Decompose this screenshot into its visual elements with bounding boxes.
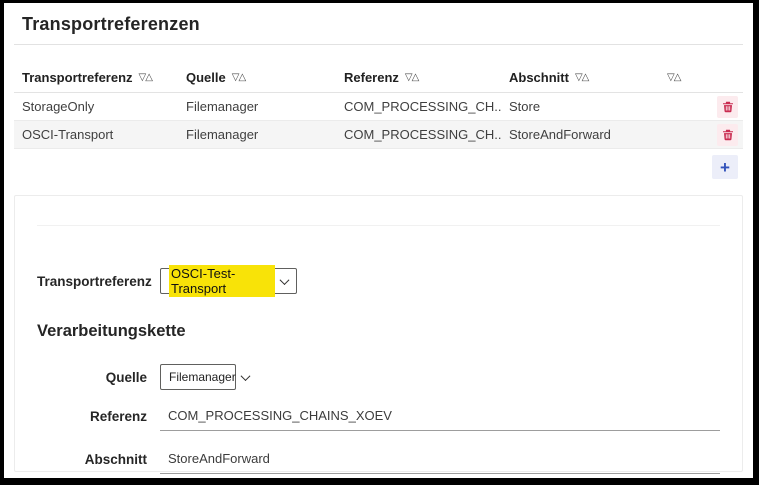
- referenz-field-row: Referenz: [37, 405, 720, 431]
- column-header-label: Quelle: [186, 70, 226, 85]
- cell-quelle: Filemanager: [186, 99, 259, 114]
- page-title: Transportreferenzen: [22, 14, 200, 34]
- plus-icon: +: [720, 157, 730, 177]
- column-header-label: Referenz: [344, 70, 399, 85]
- abschnitt-field-row: Abschnitt: [37, 448, 720, 474]
- transportreferenz-label: Transportreferenz: [37, 273, 152, 289]
- cell-transportreferenz: StorageOnly: [22, 99, 95, 114]
- column-header-transportreferenz[interactable]: Transportreferenz ▽△: [14, 70, 178, 85]
- sort-icon: ▽△: [404, 72, 419, 83]
- column-header-label: Abschnitt: [509, 70, 569, 85]
- detail-form-card: Transportreferenz OSCI-Test-Transport Ve…: [14, 195, 743, 474]
- transportreferenz-field-row: Transportreferenz OSCI-Test-Transport: [37, 265, 720, 297]
- abschnitt-input[interactable]: [160, 448, 720, 474]
- column-header-abschnitt[interactable]: Abschnitt ▽△: [501, 70, 653, 85]
- column-header-referenz[interactable]: Referenz ▽△: [336, 70, 501, 85]
- title-divider: [14, 44, 743, 45]
- column-header-label: Transportreferenz: [22, 70, 133, 85]
- add-row: +: [14, 149, 743, 183]
- trash-icon: [722, 129, 733, 140]
- delete-row-button[interactable]: [717, 95, 738, 118]
- sort-icon: ▽△: [667, 72, 681, 83]
- chevron-down-icon: [279, 274, 290, 285]
- table-header-row: Transportreferenz ▽△ Quelle ▽△ Referenz …: [14, 63, 743, 93]
- transportreferenz-selected-value: OSCI-Test-Transport: [169, 265, 275, 297]
- cell-abschnitt: Store: [509, 99, 541, 114]
- referenz-label: Referenz: [89, 409, 147, 424]
- transportreferenz-select[interactable]: OSCI-Test-Transport: [160, 265, 297, 297]
- table-row: OSCI-Transport Filemanager COM_PROCESSIN…: [14, 121, 743, 149]
- cell-referenz: COM_PROCESSING_CH...: [344, 99, 501, 114]
- section-heading: Verarbeitungskette: [37, 322, 186, 340]
- quelle-selected-value: Filemanager: [169, 370, 236, 384]
- page-content: Transportreferenzen Transportreferenz ▽△…: [4, 3, 753, 478]
- cell-actions: [709, 95, 743, 118]
- card-divider: [37, 225, 720, 226]
- delete-row-button[interactable]: [717, 123, 738, 146]
- abschnitt-label: Abschnitt: [84, 452, 147, 467]
- cell-referenz: COM_PROCESSING_CH...: [344, 127, 501, 142]
- chevron-down-icon: [240, 370, 251, 381]
- sort-icon: ▽△: [138, 72, 153, 83]
- trash-icon: [722, 101, 733, 112]
- column-header-quelle[interactable]: Quelle ▽△: [178, 70, 336, 85]
- cell-abschnitt: StoreAndForward: [509, 127, 611, 142]
- quelle-label: Quelle: [105, 369, 147, 385]
- column-header-actions[interactable]: ▽△: [653, 72, 709, 83]
- referenz-input[interactable]: [160, 405, 720, 431]
- sort-icon: ▽△: [574, 72, 589, 83]
- quelle-select[interactable]: Filemanager: [160, 364, 251, 390]
- cell-actions: [709, 123, 743, 146]
- quelle-field-row: Quelle Filemanager: [37, 364, 720, 390]
- add-reference-button[interactable]: +: [712, 155, 738, 179]
- table-row: StorageOnly Filemanager COM_PROCESSING_C…: [14, 93, 743, 121]
- sort-icon: ▽△: [231, 72, 246, 83]
- cell-quelle: Filemanager: [186, 127, 259, 142]
- app-window: Transportreferenzen Transportreferenz ▽△…: [0, 0, 759, 485]
- cell-transportreferenz: OSCI-Transport: [22, 127, 114, 142]
- transport-references-table: Transportreferenz ▽△ Quelle ▽△ Referenz …: [14, 63, 743, 183]
